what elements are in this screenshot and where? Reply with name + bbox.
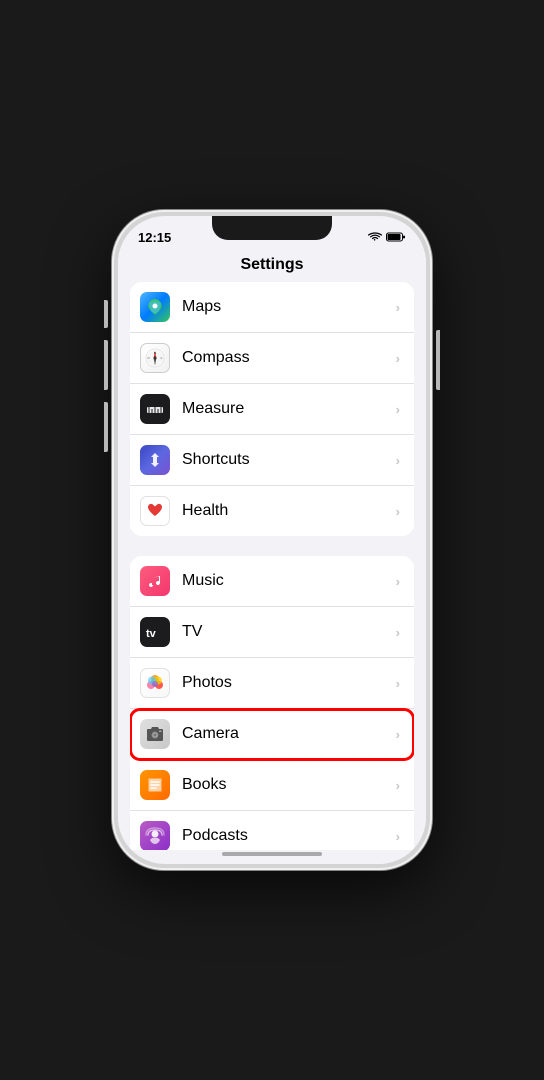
music-label: Music	[182, 572, 396, 590]
settings-row-measure[interactable]: Measure ›	[130, 384, 414, 435]
tv-chevron: ›	[396, 625, 400, 640]
settings-row-photos[interactable]: Photos ›	[130, 658, 414, 709]
books-icon	[140, 770, 170, 800]
phone-frame: 12:15 Settings	[112, 210, 432, 870]
shortcuts-chevron: ›	[396, 453, 400, 468]
shortcuts-icon	[140, 445, 170, 475]
tv-label: TV	[182, 623, 396, 641]
svg-text:tv: tv	[146, 628, 157, 639]
battery-icon	[386, 232, 406, 242]
maps-icon	[140, 292, 170, 322]
health-icon	[140, 496, 170, 526]
compass-label: Compass	[182, 349, 396, 367]
measure-icon	[140, 394, 170, 424]
power-button	[436, 330, 440, 390]
music-icon	[140, 566, 170, 596]
camera-chevron: ›	[396, 727, 400, 742]
music-chevron: ›	[396, 574, 400, 589]
silent-switch	[104, 300, 108, 328]
settings-row-camera[interactable]: Camera ›	[130, 709, 414, 760]
status-icons	[368, 232, 406, 242]
podcasts-label: Podcasts	[182, 827, 396, 845]
settings-group-1: Maps › N S W E	[130, 282, 414, 536]
volume-up-button	[104, 340, 108, 390]
volume-down-button	[104, 402, 108, 452]
books-chevron: ›	[396, 778, 400, 793]
books-label: Books	[182, 776, 396, 794]
svg-text:W: W	[147, 356, 150, 360]
settings-row-maps[interactable]: Maps ›	[130, 282, 414, 333]
measure-chevron: ›	[396, 402, 400, 417]
settings-row-compass[interactable]: N S W E Compass ›	[130, 333, 414, 384]
maps-chevron: ›	[396, 300, 400, 315]
compass-chevron: ›	[396, 351, 400, 366]
compass-icon: N S W E	[140, 343, 170, 373]
health-label: Health	[182, 502, 396, 520]
settings-row-health[interactable]: Health ›	[130, 486, 414, 536]
navigation-bar: Settings	[118, 252, 426, 282]
settings-row-books[interactable]: Books ›	[130, 760, 414, 811]
settings-row-music[interactable]: Music ›	[130, 556, 414, 607]
photos-chevron: ›	[396, 676, 400, 691]
svg-text:E: E	[160, 356, 162, 360]
settings-group-2: Music › tv TV ›	[130, 556, 414, 850]
settings-row-tv[interactable]: tv TV ›	[130, 607, 414, 658]
notch	[212, 216, 332, 240]
tv-icon: tv	[140, 617, 170, 647]
svg-text:S: S	[154, 362, 156, 366]
podcasts-icon	[140, 821, 170, 850]
settings-list: Maps › N S W E	[118, 282, 426, 850]
settings-row-shortcuts[interactable]: Shortcuts ›	[130, 435, 414, 486]
photos-label: Photos	[182, 674, 396, 692]
camera-icon	[140, 719, 170, 749]
maps-label: Maps	[182, 298, 396, 316]
podcasts-chevron: ›	[396, 829, 400, 844]
measure-label: Measure	[182, 400, 396, 418]
shortcuts-label: Shortcuts	[182, 451, 396, 469]
status-time: 12:15	[138, 230, 171, 245]
settings-row-podcasts[interactable]: Podcasts ›	[130, 811, 414, 850]
camera-label: Camera	[182, 725, 396, 743]
phone-screen: 12:15 Settings	[118, 216, 426, 864]
wifi-icon	[368, 232, 382, 242]
home-indicator	[222, 852, 322, 856]
svg-text:N: N	[154, 351, 156, 355]
page-title: Settings	[240, 256, 303, 273]
photos-icon	[140, 668, 170, 698]
health-chevron: ›	[396, 504, 400, 519]
